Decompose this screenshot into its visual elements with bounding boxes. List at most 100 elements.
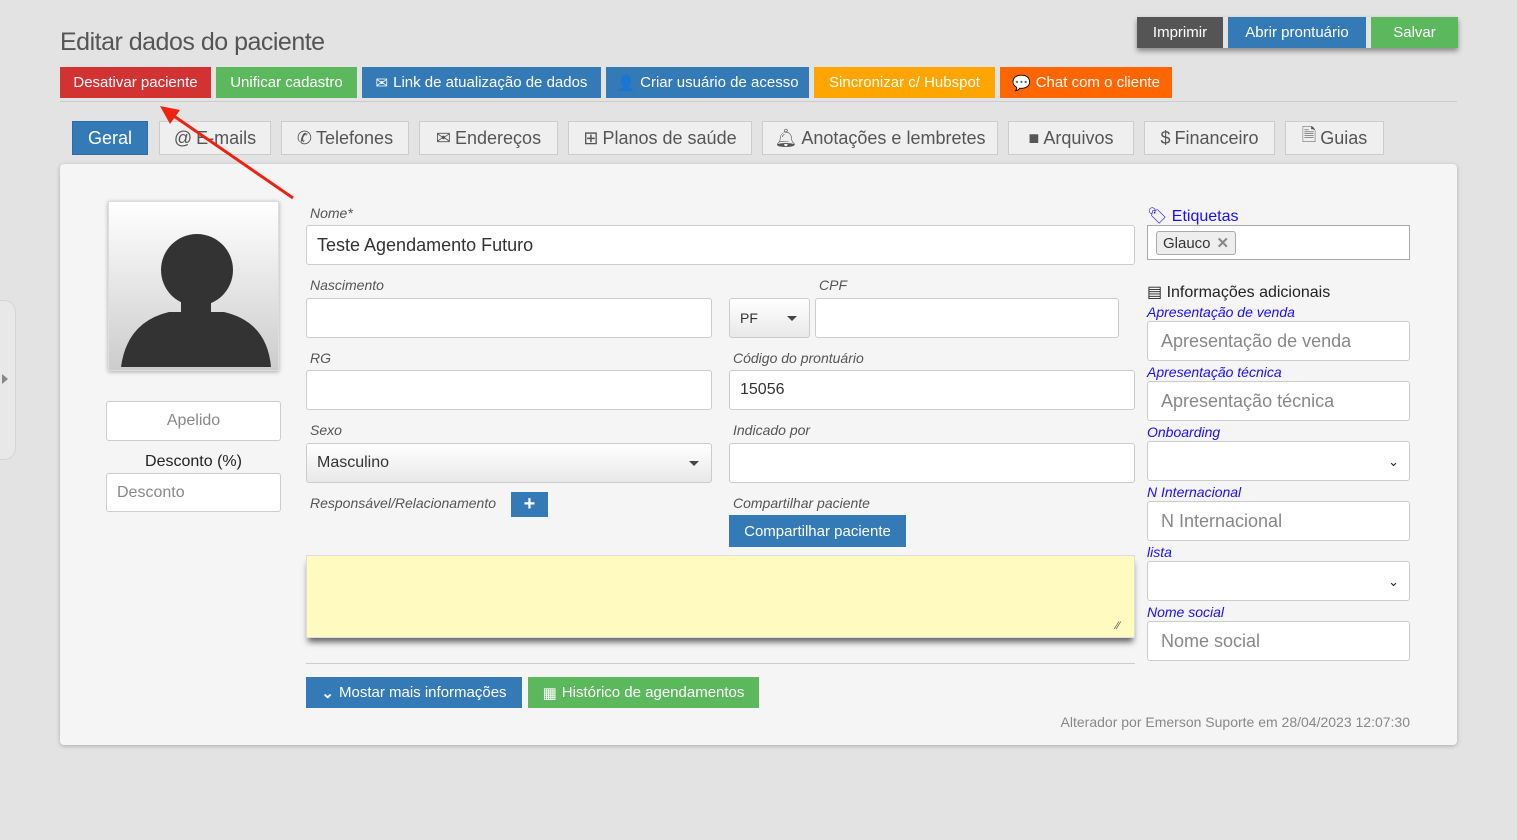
record-code-input[interactable]: 15056 [729,370,1135,410]
placeholder: Apresentação técnica [1161,390,1335,411]
annotation-arrow [160,106,294,200]
button-label: Desativar paciente [73,74,198,91]
hubspot-sync-button[interactable]: Sincronizar c/ Hubspot [814,67,995,98]
medkit-icon: ⊞ [583,127,599,148]
chevron-down-icon: ⌄ [1388,454,1399,469]
button-label: Unificar cadastro [230,74,343,91]
tab-geral[interactable]: Geral [72,121,148,155]
tab-label: Guias [1320,127,1368,148]
file-text-icon: 🗎 [1301,125,1317,145]
tab-label: Telefones [316,127,394,148]
caret-down-icon [689,461,699,466]
rg-input[interactable] [306,370,712,410]
tab-financeiro[interactable]: $ Financeiro [1144,121,1275,155]
share-patient-button[interactable]: Compartilhar paciente [729,515,906,547]
tab-arquivos[interactable]: ■ Arquivos [1008,121,1134,155]
notes-textarea[interactable] [306,555,1135,638]
save-button[interactable]: Salvar [1371,17,1458,48]
technical-presentation-input[interactable]: Apresentação técnica [1147,381,1410,421]
caret-right-icon [2,374,8,384]
onboarding-select[interactable]: ⌄ [1147,441,1410,481]
button-label: Mostar mais informações [339,684,507,701]
divider [306,663,1135,664]
share-label: Compartilhar paciente [733,495,870,511]
chat-button[interactable]: 💬 Chat com o cliente [1000,67,1172,98]
nickname-input[interactable]: Apelido [106,401,281,441]
dollar-icon: $ [1160,127,1171,148]
comments-icon: 💬 [1012,74,1031,92]
cpf-input[interactable] [815,298,1119,338]
add-responsible-button[interactable]: + [511,492,548,517]
update-link-button[interactable]: ✉ Link de atualização de dados [362,67,601,98]
top-action-group: Imprimir Abrir prontuário Salvar [1137,17,1458,48]
last-modified-text: Alterador por Emerson Suporte em 28/04/2… [1060,714,1410,730]
referred-input[interactable] [729,443,1135,483]
tag-label: Glauco [1163,234,1211,252]
value: 15056 [740,381,785,398]
title-text: Informações adicionais [1166,284,1331,301]
value: Masculino [317,454,390,471]
birth-label: Nascimento [310,277,384,293]
name-input[interactable]: Teste Agendamento Futuro [306,225,1135,265]
tab-label: Geral [87,127,132,148]
id-card-icon: ▤ [1147,284,1163,301]
field-label: Apresentação técnica [1147,364,1282,380]
print-button[interactable]: Imprimir [1137,17,1223,48]
sex-select[interactable]: Masculino [306,443,712,483]
placeholder: N Internacional [1161,510,1283,531]
tab-anotacoes[interactable]: 🔔︎ Anotações e lembretes [762,121,998,155]
merge-record-button[interactable]: Unificar cadastro [216,67,357,98]
calendar-icon: ▦ [542,684,557,702]
tab-label: Planos de saúde [602,127,737,148]
placeholder: Nome social [1161,630,1261,651]
tab-guias[interactable]: 🗎 Guias [1285,121,1384,155]
remove-tag-icon[interactable]: ✕ [1217,234,1230,252]
cpf-label: CPF [819,277,847,293]
tab-enderecos[interactable]: ✉ Endereços [419,121,558,155]
additional-info-title: ▤ Informações adicionais [1147,282,1330,302]
sex-label: Sexo [310,422,342,438]
sales-presentation-input[interactable]: Apresentação de venda [1147,321,1410,361]
button-label: Link de atualização de dados [393,74,588,91]
avatar[interactable] [108,201,279,371]
placeholder: Desconto [117,483,185,501]
field-label: lista [1147,544,1172,560]
show-more-button[interactable]: ⌄ Mostar mais informações [306,677,522,708]
tab-telefones[interactable]: ✆ Telefones [281,121,409,155]
button-label: Chat com o cliente [1035,74,1160,91]
field-label: Nome social [1147,604,1225,620]
plus-icon: + [523,493,536,515]
user-plus-icon: 👤 [616,74,636,92]
list-select[interactable]: ⌄ [1147,561,1410,601]
cpf-type-select[interactable]: PF [729,298,810,338]
resize-handle-icon[interactable]: ⁄⁄ [1116,620,1120,632]
birth-input[interactable] [306,298,712,338]
appointment-history-button[interactable]: ▦ Histórico de agendamentos [528,677,759,708]
record-code-label: Código do prontuário [733,350,864,366]
field-label: Apresentação de venda [1147,304,1295,320]
create-user-button[interactable]: 👤 Criar usuário de acesso [606,67,809,98]
button-label: Criar usuário de acesso [640,74,799,91]
tab-label: Arquivos [1043,127,1114,148]
value: PF [740,310,758,326]
discount-input[interactable]: Desconto [106,473,281,512]
envelope-icon: ✉ [435,127,452,148]
tab-label: Financeiro [1174,127,1259,148]
tags-label: 🏷︎ Etiquetas [1147,206,1238,226]
rg-label: RG [310,350,331,366]
tab-label: Anotações e lembretes [801,127,986,148]
placeholder: Apresentação de venda [1161,330,1352,351]
open-record-button[interactable]: Abrir prontuário [1228,17,1366,48]
placeholder: Apelido [166,412,221,429]
referred-label: Indicado por [733,422,811,438]
tab-planos[interactable]: ⊞ Planos de saúde [568,121,752,155]
envelope-icon: ✉ [375,74,389,92]
social-name-input[interactable]: Nome social [1147,621,1410,661]
tags-input[interactable]: Glauco ✕ [1147,225,1410,260]
button-label: Sincronizar c/ Hubspot [829,74,980,91]
international-number-input[interactable]: N Internacional [1147,501,1410,541]
deactivate-patient-button[interactable]: Desativar paciente [60,67,211,98]
responsible-label: Responsável/Relacionamento [310,495,496,511]
field-label: Onboarding [1147,424,1221,440]
caret-down-icon [787,316,797,321]
